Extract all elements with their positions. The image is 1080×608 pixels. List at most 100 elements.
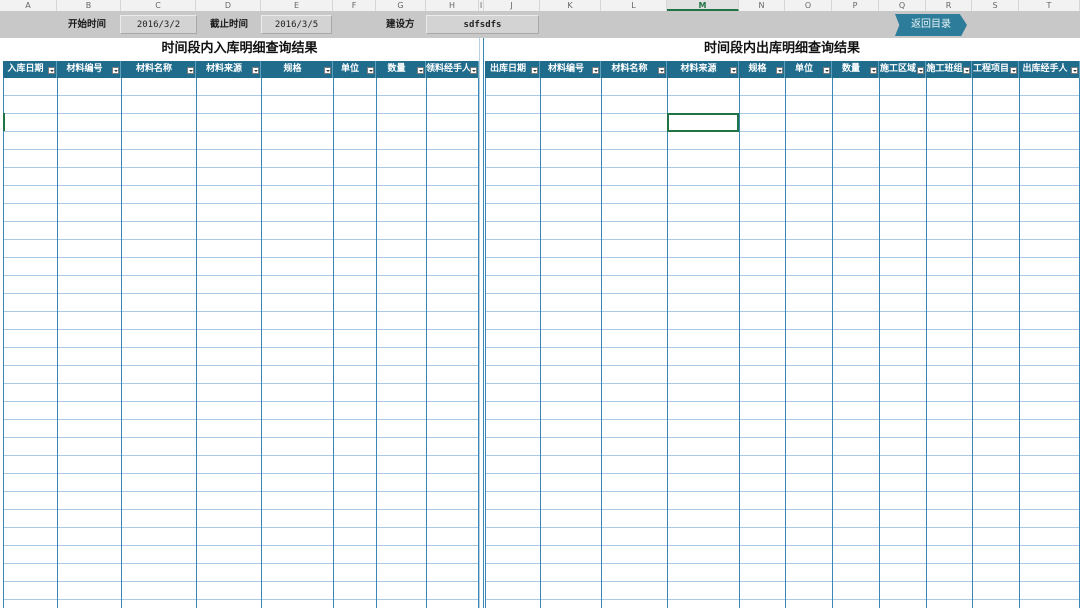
filter-dropdown-icon[interactable] [1010,67,1017,74]
inbound-header-label: 入库日期 [7,64,44,74]
grid-column-line [785,78,786,608]
inbound-header-label: 材料来源 [205,64,242,74]
grid-column-line [667,78,668,608]
column-header-p[interactable]: P [832,0,879,11]
filter-dropdown-icon[interactable] [658,67,665,74]
filter-dropdown-icon[interactable] [870,67,877,74]
column-header-s[interactable]: S [972,0,1019,11]
filter-dropdown-icon[interactable] [531,67,538,74]
grid-column-line [333,78,334,608]
inbound-header-cell[interactable]: 材料名称 [121,61,196,78]
filter-dropdown-icon[interactable] [776,67,783,74]
column-header-d[interactable]: D [196,0,261,11]
column-header-g[interactable]: G [376,0,426,11]
column-header-f[interactable]: F [333,0,376,11]
filter-dropdown-icon[interactable] [367,67,374,74]
filter-dropdown-icon[interactable] [324,67,331,74]
column-header-bar: ABCDEFGHIJKLMNOPQRST [0,0,1080,12]
outbound-header-cell[interactable]: 材料来源 [667,61,739,78]
builder-label: 建设方 [386,19,415,30]
grid-column-line [879,78,880,608]
outbound-header-label: 数量 [841,64,860,74]
filter-dropdown-icon[interactable] [917,67,924,74]
outbound-header-row: 出库日期 材料编号 材料名称 材料来源 规格 单位 数量 施工区域 施工班组 工程项目 出库经手人 [485,61,1080,78]
filter-dropdown-icon[interactable] [963,67,970,74]
grid-column-line [196,78,197,608]
end-time-field[interactable]: 2016/3/5 [261,15,332,34]
outbound-header-label: 规格 [748,64,767,74]
outbound-data-grid[interactable] [485,78,1080,608]
column-header-m[interactable]: M [667,0,739,11]
filter-dropdown-icon[interactable] [470,67,477,74]
inbound-table-title: 时间段内入库明细查询结果 [0,38,479,60]
grid-column-line [57,78,58,608]
filter-dropdown-icon[interactable] [48,67,55,74]
column-header-j[interactable]: J [484,0,540,11]
filter-dropdown-icon[interactable] [112,67,119,74]
outbound-header-cell[interactable]: 规格 [739,61,785,78]
column-header-h[interactable]: H [426,0,479,11]
left-row-selection-marker [3,113,5,131]
grid-column-line [426,78,427,608]
inbound-header-cell[interactable]: 材料编号 [57,61,121,78]
grid-column-line [739,78,740,608]
inbound-header-cell[interactable]: 领料经手人 [426,61,479,78]
outbound-header-cell[interactable]: 出库经手人 [1019,61,1080,78]
outbound-header-cell[interactable]: 材料编号 [540,61,601,78]
outbound-header-cell[interactable]: 施工班组 [926,61,972,78]
inbound-header-label: 材料名称 [135,64,172,74]
grid-column-line [1019,78,1020,608]
filter-dropdown-icon[interactable] [252,67,259,74]
column-header-a[interactable]: A [0,0,57,11]
inbound-header-cell[interactable]: 规格 [261,61,333,78]
inbound-header-cell[interactable]: 数量 [376,61,426,78]
inbound-header-label: 数量 [387,64,406,74]
selected-cell[interactable] [667,113,739,132]
back-to-menu-button[interactable]: 返回目录 [895,14,967,36]
filter-dropdown-icon[interactable] [823,67,830,74]
grid-column-line [540,78,541,608]
outbound-header-label: 材料名称 [611,64,648,74]
outbound-header-cell[interactable]: 材料名称 [601,61,667,78]
grid-column-line [376,78,377,608]
inbound-header-label: 领料经手人 [426,64,472,74]
filter-dropdown-icon[interactable] [187,67,194,74]
column-header-e[interactable]: E [261,0,333,11]
outbound-header-cell[interactable]: 单位 [785,61,832,78]
outbound-header-cell[interactable]: 数量 [832,61,879,78]
outbound-header-cell[interactable]: 出库日期 [485,61,540,78]
grid-column-line [121,78,122,608]
inbound-header-label: 规格 [283,64,302,74]
inbound-header-cell[interactable]: 材料来源 [196,61,261,78]
grid-column-line [485,78,486,608]
outbound-header-label: 材料编号 [547,64,584,74]
inbound-header-row: 入库日期 材料编号 材料名称 材料来源 规格 单位 数量 领料经手人 [3,61,479,78]
outbound-header-cell[interactable]: 工程项目 [972,61,1019,78]
inbound-header-cell[interactable]: 入库日期 [3,61,57,78]
filter-dropdown-icon[interactable] [730,67,737,74]
filter-dropdown-icon[interactable] [592,67,599,74]
inbound-data-grid[interactable] [3,78,479,608]
filter-dropdown-icon[interactable] [417,67,424,74]
end-time-label: 截止时间 [210,19,249,30]
column-header-k[interactable]: K [540,0,601,11]
outbound-header-label: 出库经手人 [1022,64,1068,74]
outbound-header-label: 单位 [794,64,813,74]
inbound-header-label: 材料编号 [66,64,103,74]
outbound-header-label: 施工班组 [926,64,963,74]
filter-dropdown-icon[interactable] [1071,67,1078,74]
column-header-r[interactable]: R [926,0,972,11]
start-time-field[interactable]: 2016/3/2 [120,15,197,34]
column-header-q[interactable]: Q [879,0,926,11]
column-header-l[interactable]: L [601,0,667,11]
grid-column-line [972,78,973,608]
column-header-b[interactable]: B [57,0,121,11]
column-header-c[interactable]: C [121,0,196,11]
column-header-n[interactable]: N [739,0,785,11]
inbound-header-cell[interactable]: 单位 [333,61,376,78]
column-header-t[interactable]: T [1019,0,1080,11]
builder-field[interactable]: sdfsdfs [426,15,539,34]
outbound-header-label: 材料来源 [680,64,717,74]
column-header-o[interactable]: O [785,0,832,11]
outbound-header-cell[interactable]: 施工区域 [879,61,926,78]
